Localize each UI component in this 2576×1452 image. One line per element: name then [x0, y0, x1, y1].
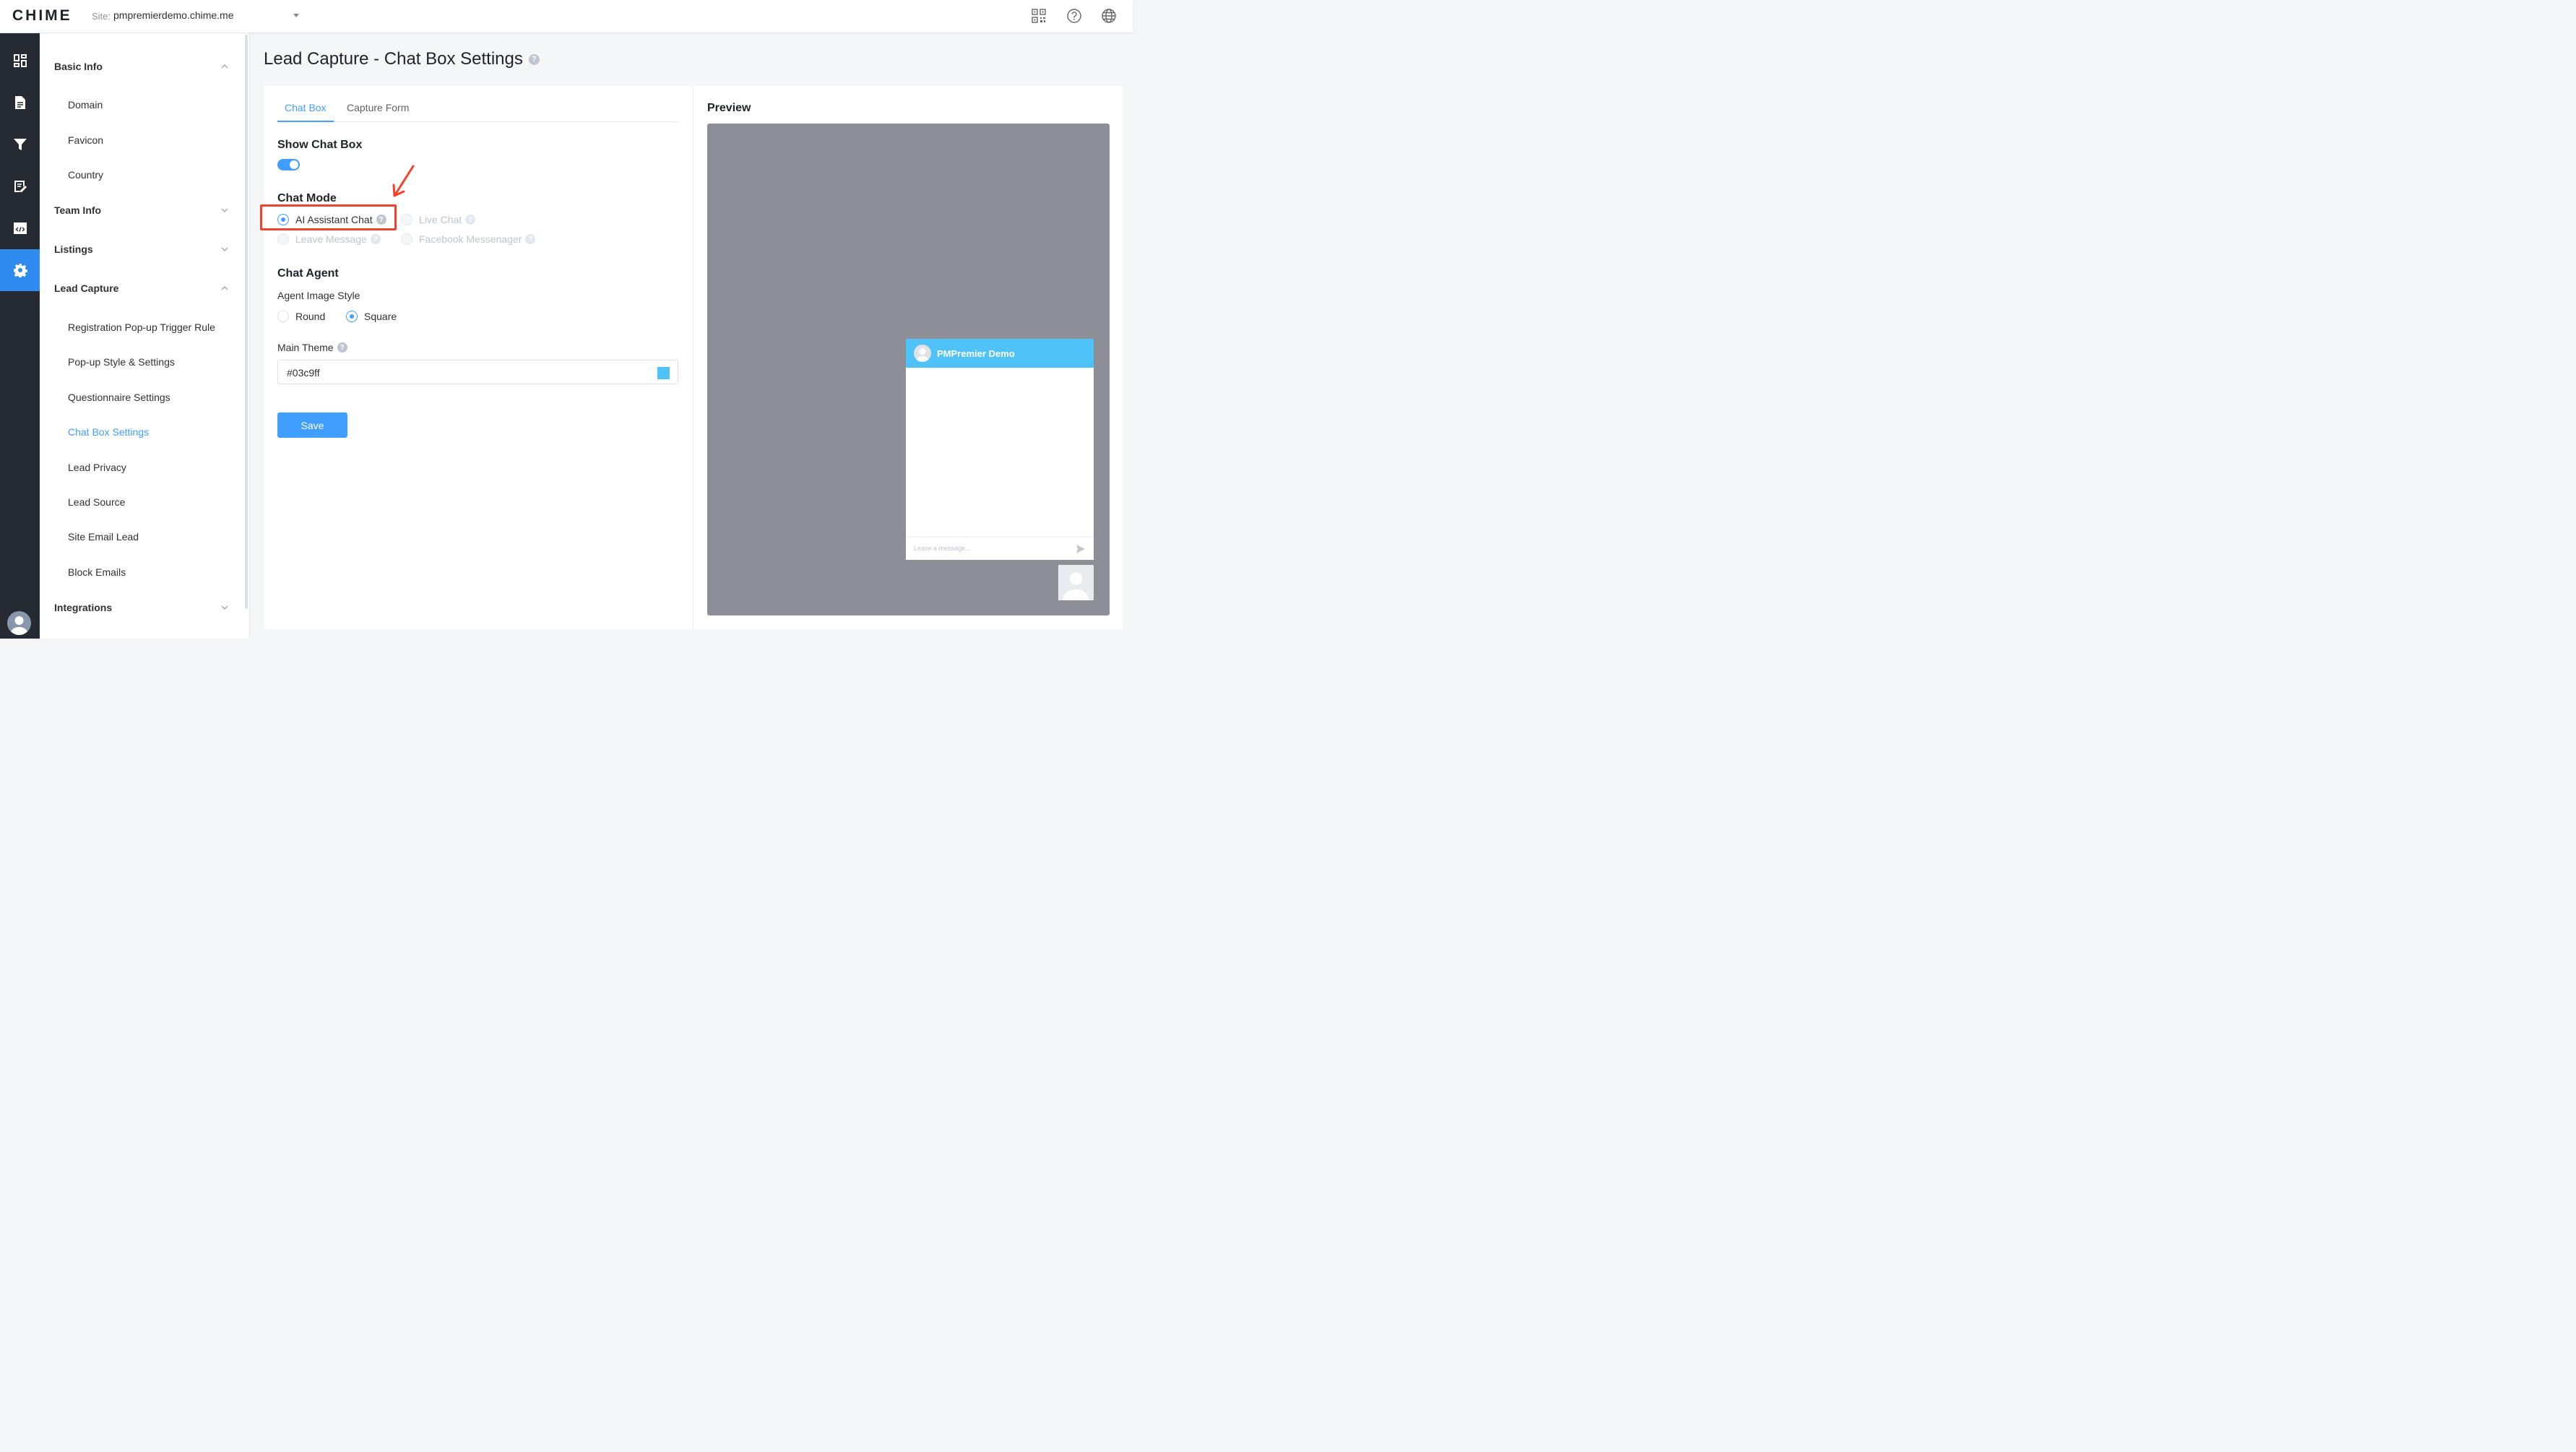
nav-item-country[interactable]: Country [68, 169, 103, 181]
chevron-down-icon[interactable] [220, 603, 229, 612]
page-title-text: Lead Capture - Chat Box Settings [264, 49, 523, 69]
help-icon[interactable]: ? [525, 234, 536, 244]
user-icon [916, 348, 929, 362]
rail-item-settings[interactable] [0, 249, 40, 291]
icon-rail [0, 33, 40, 639]
chat-mode-facebook-messenger[interactable]: Facebook Messenager ? [401, 233, 536, 245]
chevron-down-icon[interactable] [220, 245, 229, 254]
color-swatch[interactable] [657, 367, 670, 379]
preview-title: Preview [707, 102, 751, 114]
code-icon [13, 222, 27, 234]
settings-tabs: Chat Box Capture Form [277, 102, 678, 122]
save-button[interactable]: Save [277, 412, 347, 438]
radio-facebook-messenger[interactable] [401, 233, 412, 245]
help-icon[interactable]: ? [370, 234, 381, 244]
radio-label: Facebook Messenager [419, 233, 522, 245]
nav-item-lead-source[interactable]: Lead Source [68, 496, 125, 508]
document-icon [14, 96, 25, 109]
nav-group-team-info[interactable]: Team Info [54, 204, 101, 216]
rail-item-filter[interactable] [0, 124, 40, 165]
chat-avatar [914, 345, 931, 362]
rail-item-dashboard[interactable] [0, 40, 40, 82]
nav-group-integrations[interactable]: Integrations [54, 602, 112, 613]
edit-note-icon [14, 181, 27, 192]
nav-item-domain[interactable]: Domain [68, 99, 103, 111]
nav-item-site-email-lead[interactable]: Site Email Lead [68, 531, 139, 543]
radio-square[interactable] [346, 311, 358, 322]
chat-agent-title: Chat Agent [277, 267, 339, 280]
rail-item-code[interactable] [0, 207, 40, 249]
chevron-up-icon[interactable] [220, 62, 229, 71]
main-theme-label: Main Theme [277, 342, 334, 353]
agent-image-style-label: Agent Image Style [277, 290, 360, 301]
filter-icon [13, 139, 27, 150]
image-style-round[interactable]: Round [277, 311, 325, 322]
tab-capture-form[interactable]: Capture Form [347, 102, 409, 122]
chime-logo[interactable]: CHIME [12, 7, 72, 25]
rail-item-notes[interactable] [0, 165, 40, 207]
settings-card: Chat Box Capture Form Show Chat Box Chat… [264, 86, 693, 629]
nav-item-questionnaire-settings[interactable]: Questionnaire Settings [68, 392, 170, 403]
chat-input-placeholder: Leave a message... [914, 545, 971, 552]
nav-group-listings[interactable]: Listings [54, 243, 93, 255]
chat-name: PMPremier Demo [937, 347, 1015, 359]
nav-item-block-emails[interactable]: Block Emails [68, 566, 126, 578]
help-icon[interactable]: ? [465, 215, 476, 225]
settings-icon [13, 264, 27, 277]
radio-label: Square [364, 311, 397, 322]
help-icon[interactable] [1066, 8, 1082, 24]
radio-live-chat[interactable] [401, 214, 412, 225]
radio-leave-message[interactable] [277, 233, 289, 245]
rail-item-documents[interactable] [0, 82, 40, 124]
nav-group-basic-info[interactable]: Basic Info [54, 61, 103, 72]
main-theme-input[interactable]: #03c9ff [277, 360, 678, 384]
show-chat-box-toggle[interactable] [277, 159, 300, 170]
nav-item-lead-privacy[interactable]: Lead Privacy [68, 462, 126, 473]
preview-area: PMPremier Demo Leave a message... [707, 124, 1110, 615]
subnav-scrollbar[interactable] [245, 35, 248, 609]
chevron-down-icon[interactable] [220, 206, 229, 215]
radio-round[interactable] [277, 311, 289, 322]
radio-label: Round [295, 311, 326, 322]
agent-avatar-square [1058, 565, 1094, 600]
main-theme-value: #03c9ff [287, 367, 320, 379]
chat-mode-title: Chat Mode [277, 192, 337, 204]
radio-label: Leave Message [295, 233, 367, 245]
site-selector[interactable]: pmpremierdemo.chime.me [113, 9, 234, 21]
annotation-arrow-icon [392, 165, 415, 197]
nav-item-favicon[interactable]: Favicon [68, 134, 103, 146]
top-bar: CHIME Site: pmpremierdemo.chime.me [0, 0, 1133, 33]
help-icon[interactable]: ? [337, 342, 347, 353]
chevron-down-icon[interactable] [293, 14, 299, 17]
nav-item-chat-box-settings[interactable]: Chat Box Settings [68, 426, 149, 438]
chat-mode-leave-message[interactable]: Leave Message ? [277, 233, 381, 245]
annotation-highlight-box [260, 204, 397, 230]
dashboard-icon [13, 54, 27, 67]
chat-window-preview: PMPremier Demo Leave a message... [906, 339, 1094, 560]
chat-header: PMPremier Demo [906, 339, 1094, 368]
main-theme-label-row: Main Theme ? [277, 342, 347, 353]
chat-message-input: Leave a message... [906, 537, 1094, 560]
globe-icon[interactable] [1101, 8, 1117, 24]
preview-card: Preview PMPremier Demo Leave a message..… [693, 86, 1123, 629]
nav-group-lead-capture[interactable]: Lead Capture [54, 282, 118, 294]
site-label: Site: [92, 11, 111, 22]
nav-item-popup-style-settings[interactable]: Pop-up Style & Settings [68, 356, 175, 368]
chevron-up-icon[interactable] [220, 284, 229, 293]
help-icon[interactable]: ? [528, 53, 540, 65]
tab-chat-box[interactable]: Chat Box [277, 102, 334, 122]
chat-mode-live-chat[interactable]: Live Chat ? [401, 214, 476, 225]
show-chat-box-title: Show Chat Box [277, 139, 363, 151]
settings-subnav: Basic Info Domain Favicon Country Team I… [40, 33, 250, 639]
toggle-knob [290, 160, 298, 169]
user-icon [1063, 572, 1089, 600]
user-icon [10, 616, 28, 635]
radio-label: Live Chat [419, 214, 462, 225]
qr-code-icon[interactable] [1031, 8, 1047, 24]
nav-item-registration-popup-trigger-rule[interactable]: Registration Pop-up Trigger Rule [68, 321, 215, 333]
page-title: Lead Capture - Chat Box Settings ? [264, 49, 540, 69]
user-avatar[interactable] [7, 611, 31, 635]
image-style-square[interactable]: Square [346, 311, 397, 322]
send-icon [1076, 545, 1085, 553]
